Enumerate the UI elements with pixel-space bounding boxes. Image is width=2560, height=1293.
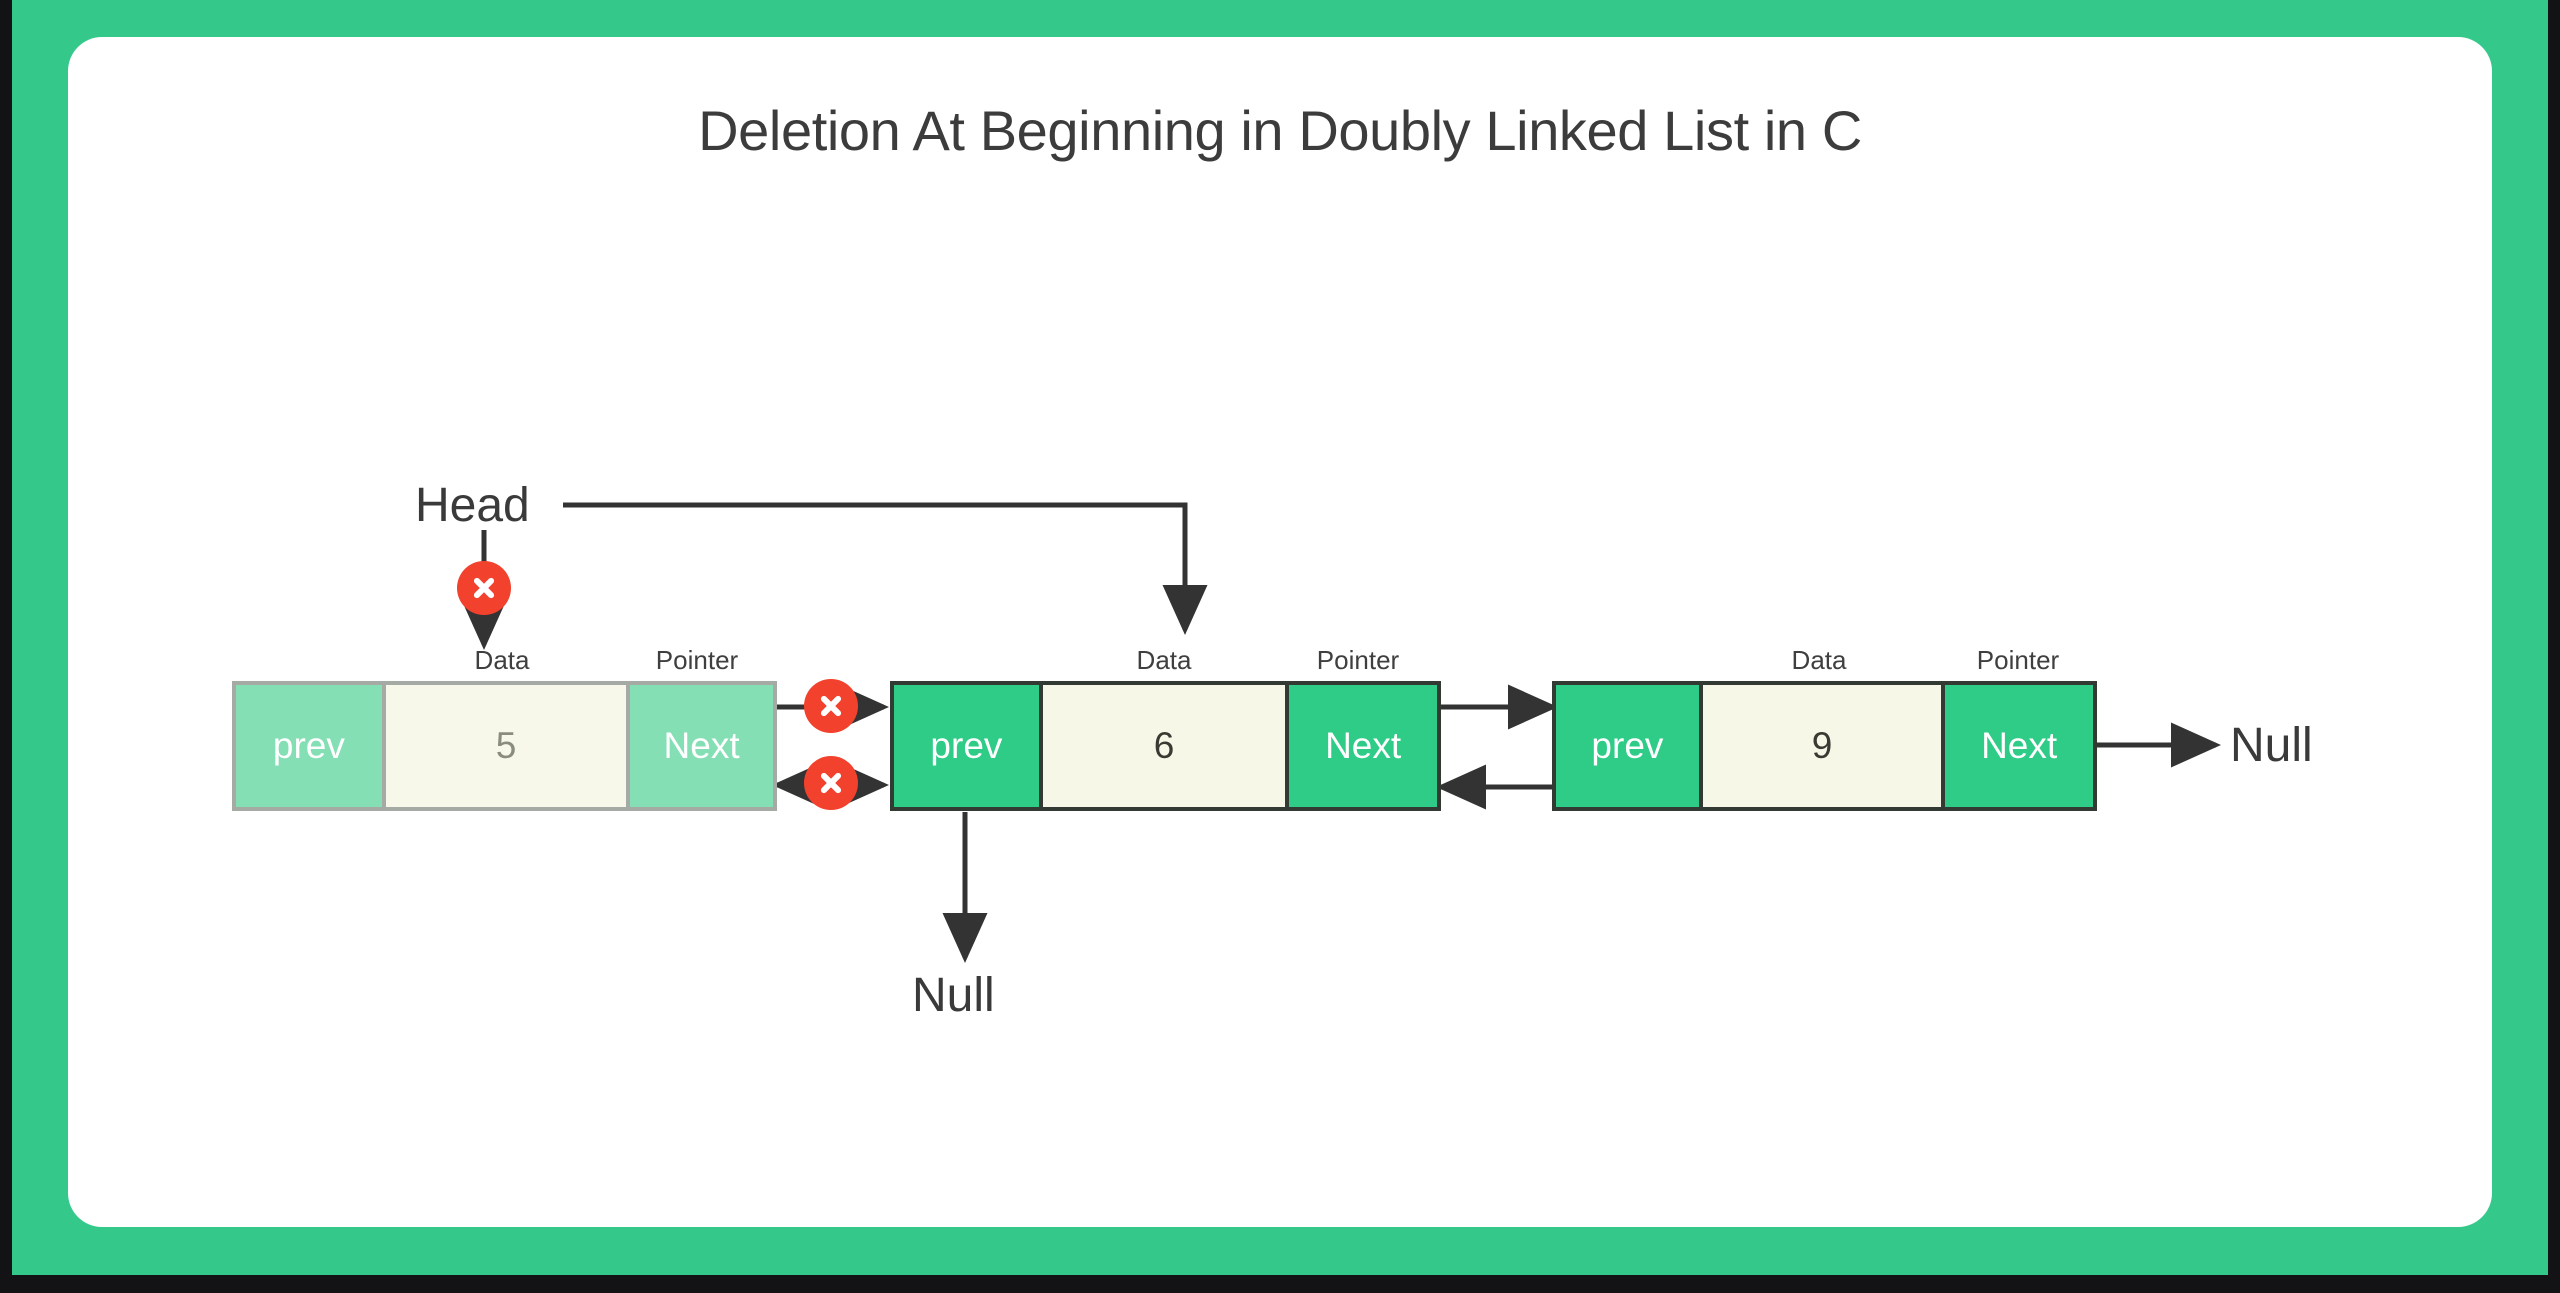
node-2-pointer-caption: Pointer [1316, 645, 1400, 675]
delete-marker-head-pointer-icon [457, 561, 511, 615]
diagram-stage: Head Null Null Data Pointer Data Pointer… [0, 0, 2560, 1293]
node-1-data-cell: 5 [385, 685, 631, 807]
node-1-next-cell: Next [630, 685, 773, 807]
list-node-1[interactable]: prev 5 Next [232, 681, 777, 811]
node-3-data-caption: Data [1791, 645, 1847, 675]
node-1-prev-cell: prev [236, 685, 386, 807]
null-tail-label: Null [2230, 719, 2313, 772]
node-2-next-cell: Next [1289, 685, 1437, 807]
delete-marker-next-link-icon [804, 679, 858, 733]
null-head-prev-label: Null [912, 969, 995, 1022]
list-node-2[interactable]: prev 6 Next [890, 681, 1441, 811]
list-node-3[interactable]: prev 9 Next [1552, 681, 2097, 811]
screen-bezel: Deletion At Beginning in Doubly Linked L… [0, 0, 2560, 1293]
node-1-pointer-caption: Pointer [655, 645, 739, 675]
head-label: Head [415, 479, 530, 532]
node-2-data-cell: 6 [1042, 685, 1290, 807]
node-3-data-cell: 9 [1702, 685, 1946, 807]
node-1-data-caption: Data [474, 645, 530, 675]
diagram-connectors [461, 502, 2221, 963]
node-2-prev-cell: prev [894, 685, 1043, 807]
node-3-prev-cell: prev [1556, 685, 1703, 807]
head-pointer-line [563, 502, 1208, 635]
delete-marker-prev-link-icon [804, 756, 858, 810]
node-2-data-caption: Data [1136, 645, 1192, 675]
node-3-next-cell: Next [1945, 685, 2093, 807]
node-3-pointer-caption: Pointer [1976, 645, 2060, 675]
